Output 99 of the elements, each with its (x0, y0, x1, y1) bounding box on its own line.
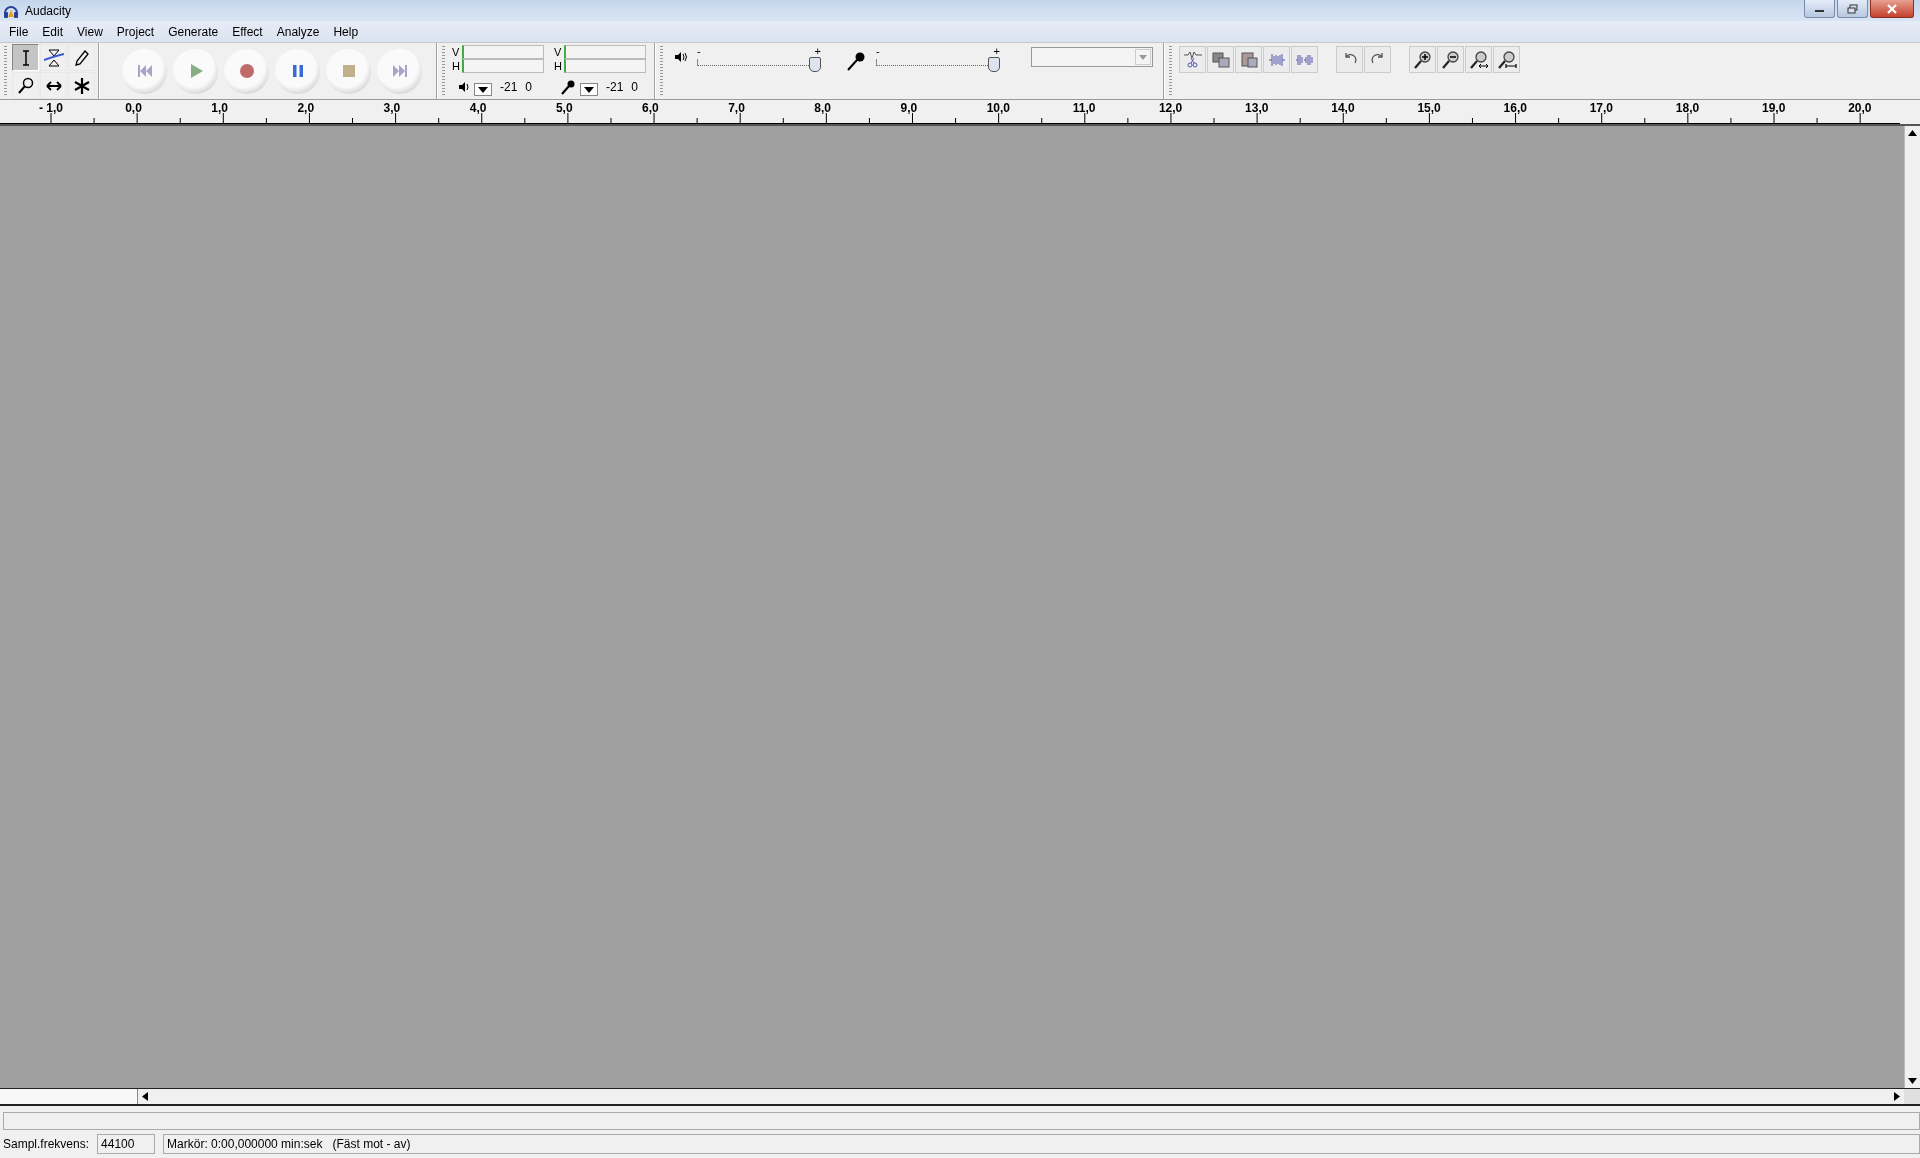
vertical-scrollbar[interactable] (1904, 126, 1920, 1088)
slider-max-label: + (814, 47, 821, 57)
envelope-tool-icon (43, 47, 64, 68)
scroll-right-icon[interactable] (1894, 1092, 1900, 1101)
fit-selection-icon (1468, 50, 1489, 69)
meter-scale-label: 0 (631, 79, 639, 94)
input-source-dropdown[interactable] (1031, 47, 1153, 67)
restore-icon (1846, 3, 1859, 14)
menu-item[interactable]: View (70, 22, 110, 41)
menu-item[interactable]: Help (326, 22, 366, 41)
fit-project-button[interactable] (1493, 46, 1520, 73)
channel-label: H (452, 60, 460, 72)
menu-item[interactable]: Project (109, 22, 162, 41)
meter-scale-label: -21 (500, 79, 518, 94)
microphone-icon (846, 51, 866, 71)
playback-volume-slider[interactable] (697, 57, 821, 73)
skip-start-icon (135, 62, 154, 80)
ruler-label: 9,0 (900, 101, 919, 115)
microphone-icon (560, 78, 576, 95)
menu-item[interactable]: Analyze (269, 22, 327, 41)
ruler-label: 16,0 (1503, 101, 1528, 115)
trim-icon (1182, 50, 1203, 69)
slider-min-label: - (876, 47, 880, 57)
slider-max-label: + (993, 47, 1000, 57)
close-button[interactable] (1870, 0, 1914, 18)
ruler-label: 12,0 (1158, 101, 1184, 115)
paste-icon (1238, 50, 1259, 69)
trim-button[interactable] (1179, 46, 1206, 73)
scroll-left-icon[interactable] (142, 1092, 148, 1101)
meter-menu-button[interactable] (474, 83, 492, 96)
ruler-label: 3,0 (383, 101, 402, 115)
cursor-position-text: Markör: 0:00,000000 min:sek (Fäst mot - av) (163, 1134, 1920, 1154)
zoom-tool-icon (15, 75, 36, 96)
ruler-label: 17,0 (1589, 101, 1615, 115)
ruler-label: 20,0 (1848, 101, 1873, 115)
ruler-label: 18,0 (1675, 101, 1701, 115)
envelope-tool-button[interactable] (40, 44, 67, 71)
dropdown-arrow-icon (477, 85, 489, 94)
ruler-label: 4,0 (469, 101, 488, 115)
timeline-ruler[interactable]: - 1,0 0,0 1,0 2,0 3,0 4,0 5,0 6,0 7,0 8,0 9,0 10,0 11,0 12,0 13,0 14,0 15,0 16,0 17,0 18,0 19,0 20,0 (0, 100, 1920, 126)
menu-item[interactable]: Generate (161, 22, 226, 41)
ruler-label: 7,0 (728, 101, 746, 115)
ruler-label: - 1,0 (39, 101, 64, 115)
recording-volume-slider[interactable] (876, 57, 1000, 73)
window-title: Audacity (25, 3, 72, 18)
slider-min-label: - (697, 47, 701, 57)
menu-item[interactable]: Edit (35, 22, 71, 41)
scroll-up-icon[interactable] (1908, 130, 1917, 136)
ruler-label: 8,0 (814, 101, 833, 115)
ruler-label: 6,0 (642, 101, 660, 115)
dropdown-arrow-icon (583, 85, 595, 94)
zoom-out-button[interactable] (1437, 46, 1464, 73)
copy-button[interactable] (1207, 46, 1234, 73)
skip-end-icon (390, 62, 409, 80)
undo-button[interactable] (1336, 46, 1363, 73)
ruler-label: 1,0 (211, 101, 229, 115)
zoom-tool-button[interactable] (12, 72, 39, 99)
draw-tool-button[interactable] (68, 44, 95, 71)
sample-rate-label: Sampl.frekvens: (3, 1137, 90, 1151)
speaker-icon (458, 80, 470, 93)
zoom-in-button[interactable] (1409, 46, 1436, 73)
scroll-down-icon[interactable] (1908, 1078, 1917, 1084)
ruler-label: 19,0 (1762, 101, 1787, 115)
close-icon (1886, 3, 1898, 14)
sample-rate-field[interactable]: 44100 (97, 1134, 156, 1154)
paste-button[interactable] (1235, 46, 1262, 73)
select-tool-icon (21, 49, 30, 66)
fit-project-icon (1496, 50, 1517, 69)
select-tool-button[interactable] (12, 44, 39, 71)
meter-scale-label: -21 (606, 79, 624, 94)
minimize-button[interactable] (1804, 0, 1835, 18)
ruler-label: 11,0 (1072, 101, 1097, 115)
channel-label: H (554, 60, 562, 72)
ruler-label: 10,0 (986, 101, 1011, 115)
zoom-in-icon (1412, 50, 1433, 69)
meter-scale-label: 0 (525, 79, 533, 94)
ruler-label: 15,0 (1417, 101, 1442, 115)
ruler-label: 14,0 (1331, 101, 1356, 115)
speaker-icon (674, 51, 687, 63)
redo-button[interactable] (1364, 46, 1391, 73)
record-icon (237, 62, 256, 80)
timeshift-tool-button[interactable] (40, 72, 67, 99)
zoom-out-icon (1440, 50, 1461, 69)
channel-label: V (452, 46, 460, 58)
multi-tool-button[interactable] (68, 72, 95, 99)
scrollbar-corner (1904, 1089, 1920, 1104)
fit-selection-button[interactable] (1465, 46, 1492, 73)
copy-icon (1210, 50, 1231, 69)
channel-label: V (554, 46, 562, 58)
slider-thumb[interactable] (988, 57, 1000, 72)
ruler-label: 0,0 (125, 101, 143, 115)
dropdown-arrow-icon (1139, 54, 1147, 60)
ruler-label: 2,0 (297, 101, 316, 115)
meter-menu-button[interactable] (580, 83, 598, 96)
menu-item[interactable]: File (2, 22, 36, 41)
ruler-label: 13,0 (1245, 101, 1270, 115)
slider-thumb[interactable] (809, 57, 821, 72)
menu-item[interactable]: Effect (225, 22, 270, 41)
ruler-label: 5,0 (555, 101, 574, 115)
